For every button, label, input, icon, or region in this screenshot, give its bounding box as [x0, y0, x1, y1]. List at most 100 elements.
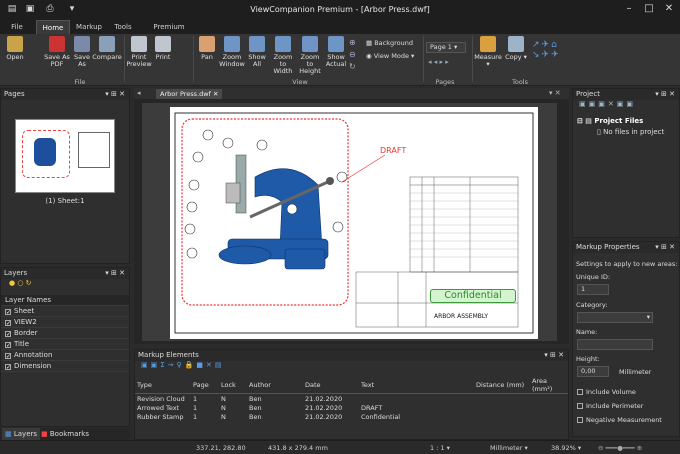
- panel-controls-icon[interactable]: ▾ ⊞ ✕: [105, 89, 125, 100]
- scale-select[interactable]: 1 : 1 ▾: [430, 444, 450, 452]
- layer-item[interactable]: ✓ Title: [1, 339, 129, 350]
- checkbox-icon[interactable]: ✓: [5, 320, 11, 327]
- height-field[interactable]: 0,00: [577, 366, 609, 377]
- open-button[interactable]: Open: [4, 36, 26, 61]
- thumb-press: [34, 138, 56, 166]
- drawing-svg: [174, 112, 534, 334]
- markup-toolbar-icons[interactable]: ▣▣Σ→♀🔒■✕▤: [135, 361, 568, 371]
- printer-icon: [155, 36, 171, 52]
- include-volume-checkbox[interactable]: Include Volume: [577, 388, 636, 396]
- close-tab-icon[interactable]: ✕: [213, 90, 218, 98]
- layer-item[interactable]: ✓ Sheet: [1, 306, 129, 317]
- settings-hint: Settings to apply to new areas:: [576, 260, 678, 268]
- chevron-down-icon: ▾: [646, 313, 650, 321]
- zoom-controls-icon[interactable]: ⊖ ━━━●━━━ ⊕: [598, 444, 642, 452]
- zoom-to-width-button[interactable]: Zoom to Width: [270, 36, 296, 75]
- tab-layers[interactable]: ▦ Layers: [2, 428, 41, 440]
- save-as-button[interactable]: Save As: [72, 36, 92, 68]
- background-button[interactable]: ▦ Background: [366, 39, 413, 47]
- page-select[interactable]: Page 1 ▾: [426, 42, 466, 53]
- document-tabbar: ◂ Arbor Press.dwf ✕ ▾ ✕: [134, 88, 569, 99]
- draft-text[interactable]: DRAFT: [380, 146, 406, 155]
- panel-controls-icon[interactable]: ▾ ⊞ ✕: [655, 242, 675, 253]
- unit-select[interactable]: Millimeter ▾: [490, 444, 528, 452]
- tab-file[interactable]: File: [6, 20, 28, 34]
- panel-controls-icon[interactable]: ▾ ⊞ ✕: [655, 89, 675, 100]
- checkbox-icon[interactable]: ✓: [5, 342, 11, 349]
- rotate-icon[interactable]: ↻: [349, 62, 356, 71]
- layer-item[interactable]: ✓ Dimension: [1, 361, 129, 372]
- measure-button[interactable]: Measure ▾: [474, 36, 502, 68]
- zoom-level[interactable]: 38.92% ▾: [551, 444, 581, 452]
- table-row[interactable]: Rubber Stamp 1 N Ben 21.02.2020 Confidential: [135, 413, 568, 423]
- checkbox-icon[interactable]: [577, 403, 583, 409]
- separator: [423, 36, 424, 82]
- project-root[interactable]: ⊟ ▤ Project Files: [577, 117, 643, 125]
- category-select[interactable]: ▾: [577, 312, 653, 323]
- layer-item[interactable]: ✓ VIEW2: [1, 317, 129, 328]
- layers-icon: ▦: [5, 430, 12, 438]
- document-menu-icon[interactable]: ▾ ✕: [549, 89, 561, 97]
- zoom-out-icon[interactable]: ⊖: [349, 50, 356, 59]
- confidential-stamp[interactable]: Confidential: [430, 289, 516, 303]
- hand-icon: [199, 36, 215, 52]
- name-label: Name:: [576, 328, 598, 336]
- zoom-to-height-button[interactable]: Zoom to Height: [297, 36, 323, 75]
- window-title: ViewCompanion Premium - [Arbor Press.dwf…: [250, 5, 430, 14]
- compare-button[interactable]: Compare: [92, 36, 122, 61]
- copy-icon: [508, 36, 524, 52]
- tab-bookmarks[interactable]: ■ Bookmarks: [38, 428, 92, 440]
- save-as-pdf-button[interactable]: Save As PDF: [44, 36, 70, 68]
- tab-home[interactable]: Home: [36, 20, 70, 34]
- checkbox-icon[interactable]: [577, 389, 583, 395]
- tab-scroll-icon[interactable]: ◂: [137, 89, 141, 97]
- checkbox-icon[interactable]: [577, 417, 583, 423]
- copy-button[interactable]: Copy ▾: [505, 36, 527, 61]
- minimize-icon[interactable]: –: [622, 2, 636, 16]
- thumb-table: [78, 132, 110, 168]
- table-row[interactable]: Arrowed Text 1 N Ben 21.02.2020 DRAFT: [135, 403, 568, 413]
- page-nav-icons[interactable]: ◂ ◂ ▸ ▸: [428, 58, 449, 66]
- zoom-in-icon[interactable]: ⊕: [349, 38, 356, 47]
- include-perimeter-checkbox[interactable]: Include Perimeter: [577, 402, 643, 410]
- drawing-sheet[interactable]: DRAFT Confidential ARBOR ASSEMBLY: [170, 107, 538, 339]
- view-mode-button[interactable]: ◉ View Mode ▾: [366, 52, 414, 60]
- bulb-icon[interactable]: ● ○ ↻: [1, 279, 129, 289]
- document-tab[interactable]: Arbor Press.dwf ✕: [156, 89, 223, 99]
- markup-properties-panel: Markup Properties ▾ ⊞ ✕ Settings to apply…: [572, 241, 680, 437]
- compare-icon: [99, 36, 115, 52]
- panel-controls-icon[interactable]: ▾ ⊞ ✕: [544, 350, 564, 361]
- unique-id-field[interactable]: 1: [577, 284, 609, 295]
- checkbox-icon[interactable]: ✓: [5, 309, 11, 316]
- table-row[interactable]: Revision Cloud 1 N Ben 21.02.2020: [135, 394, 568, 404]
- zoom-window-button[interactable]: Zoom Window: [219, 36, 245, 68]
- bookmark-icon: ■: [41, 430, 48, 438]
- show-all-button[interactable]: Show All: [246, 36, 268, 68]
- markup-elements-title: Markup Elements ▾ ⊞ ✕: [135, 350, 568, 361]
- print-preview-icon: [131, 36, 147, 52]
- tab-tools[interactable]: Tools: [110, 20, 136, 34]
- print-preview-button[interactable]: Print Preview: [126, 36, 152, 68]
- maximize-icon[interactable]: □: [642, 2, 656, 16]
- project-toolbar-icons[interactable]: ▣▣▣✕▣▣: [573, 100, 679, 110]
- close-icon[interactable]: ✕: [662, 2, 676, 16]
- show-actual-icon: [328, 36, 344, 52]
- zoom-window-icon: [224, 36, 240, 52]
- tab-premium-tools[interactable]: Premium Tools: [144, 20, 194, 45]
- pan-button[interactable]: Pan: [196, 36, 218, 61]
- page-thumbnail[interactable]: [15, 119, 115, 193]
- panel-controls-icon[interactable]: ▾ ⊞ ✕: [105, 268, 125, 279]
- title-bar: ▤ ▣ ⎙ ▾ ViewCompanion Premium - [Arbor P…: [0, 0, 680, 20]
- name-field[interactable]: [577, 339, 653, 350]
- negative-measurement-checkbox[interactable]: Negative Measurement: [577, 416, 662, 424]
- show-actual-button[interactable]: Show Actual: [324, 36, 348, 68]
- markup-elements-panel: Markup Elements ▾ ⊞ ✕ ▣▣Σ→♀🔒■✕▤ Type Page…: [134, 349, 569, 440]
- layer-item[interactable]: ✓ Border: [1, 328, 129, 339]
- print-button[interactable]: Print: [152, 36, 174, 61]
- checkbox-icon[interactable]: ✓: [5, 353, 11, 360]
- checkbox-icon[interactable]: ✓: [5, 364, 11, 371]
- tool-icons[interactable]: ↗✈⌂ ↘✈✈: [532, 40, 561, 60]
- tab-markup[interactable]: Markup: [74, 20, 104, 34]
- layer-item[interactable]: ✓ Annotation: [1, 350, 129, 361]
- checkbox-icon[interactable]: ✓: [5, 331, 11, 338]
